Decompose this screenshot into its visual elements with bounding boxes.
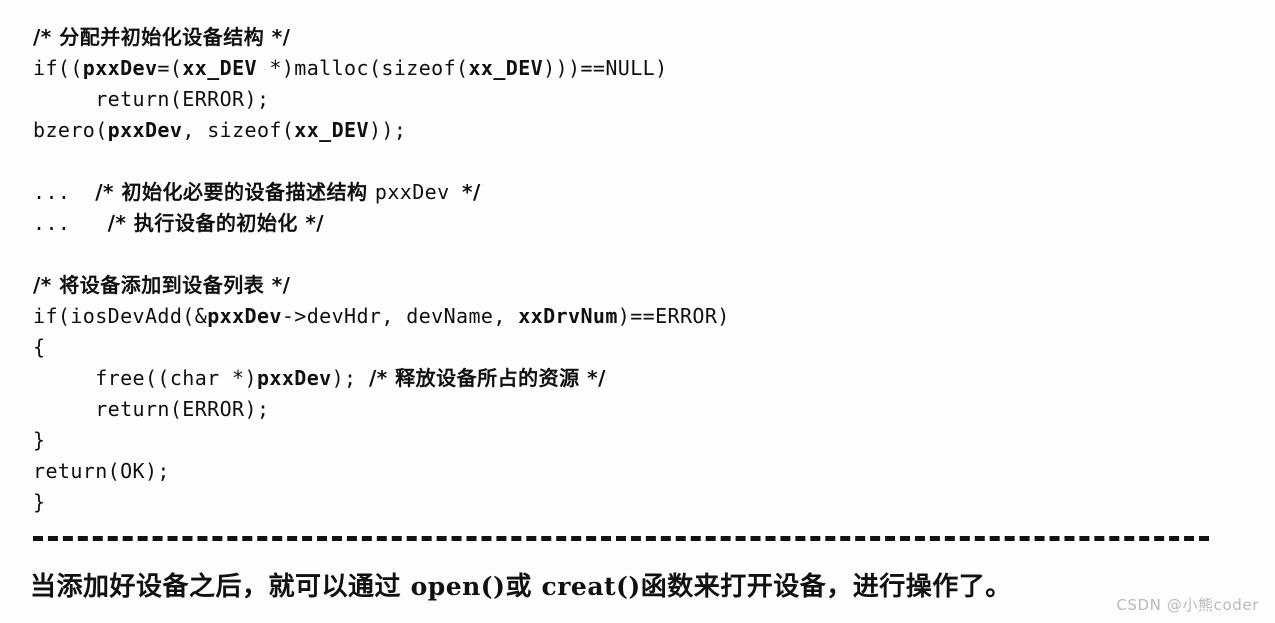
code-line: /* 分配并初始化设备结构 */: [33, 22, 1233, 53]
dashed-rule: [33, 536, 1209, 541]
code-token: ->devHdr, devName,: [281, 304, 519, 328]
code-line: }: [33, 487, 1233, 518]
code-comment: /* 执行设备的初始化 */: [107, 211, 325, 235]
code-line: /* 将设备添加到设备列表 */: [33, 270, 1233, 301]
code-token: pxxDev: [207, 304, 282, 328]
code-token: ));: [368, 118, 407, 142]
code-token: return(OK);: [33, 459, 170, 483]
code-token: return(ERROR);: [33, 397, 270, 421]
code-line: bzero(pxxDev, sizeof(xx_DEV));: [33, 115, 1233, 146]
code-comment: /* 将设备添加到设备列表 */: [33, 273, 291, 297]
code-line: ... /* 初始化必要的设备描述结构 pxxDev */: [33, 177, 1233, 208]
code-token: pxxDev: [107, 118, 183, 142]
code-line: free((char *)pxxDev); /* 释放设备所占的资源 */: [33, 363, 1233, 394]
dashed-separator: [33, 536, 1209, 544]
code-token: xx_DEV: [468, 56, 544, 80]
closing-paragraph: 当添加好设备之后，就可以通过 open()或 creat()函数来打开设备，进行…: [30, 566, 1090, 603]
code-comment: /* 初始化必要的设备描述结构: [95, 180, 375, 204]
code-token: pxxDev: [82, 56, 158, 80]
code-token: return(ERROR);: [33, 87, 270, 111]
code-token: );: [331, 366, 369, 390]
code-token: }: [33, 428, 46, 452]
code-token: ...: [33, 180, 96, 204]
code-token: bzero(: [33, 118, 108, 142]
prose-text: 当添加好设备之后，就可以通过: [30, 572, 411, 602]
code-block: /* 分配并初始化设备结构 */if((pxxDev=(xx_DEV *)mal…: [33, 22, 1233, 518]
scanned-page: /* 分配并初始化设备结构 */if((pxxDev=(xx_DEV *)mal…: [0, 0, 1275, 623]
code-token: )==ERROR): [617, 304, 730, 328]
code-token: {: [33, 335, 46, 359]
code-line: if(iosDevAdd(&pxxDev->devHdr, devName, x…: [33, 301, 1233, 332]
code-token: *)malloc(sizeof(: [256, 56, 469, 80]
code-token: xxDrvNum: [518, 304, 618, 328]
code-line: return(ERROR);: [33, 84, 1233, 115]
function-name: open(): [410, 572, 506, 601]
code-line: return(ERROR);: [33, 394, 1233, 425]
code-token: xx_DEV: [182, 56, 257, 80]
code-token: free((char *): [33, 366, 257, 390]
code-token: }: [33, 490, 46, 514]
code-token: ...: [33, 211, 108, 235]
code-token: pxxDev: [374, 180, 463, 204]
prose-text: 函数来打开设备，进行操作了。: [640, 572, 1012, 602]
code-token: )))==NULL): [543, 56, 668, 80]
code-token: xx_DEV: [294, 118, 369, 142]
code-comment: */: [462, 180, 481, 204]
csdn-watermark: CSDN @小熊coder: [1116, 596, 1259, 614]
code-line: if((pxxDev=(xx_DEV *)malloc(sizeof(xx_DE…: [33, 53, 1233, 84]
code-line: }: [33, 425, 1233, 456]
code-line: ... /* 执行设备的初始化 */: [33, 208, 1233, 239]
code-token: if(iosDevAdd(&: [33, 304, 208, 328]
code-token: , sizeof(: [182, 118, 295, 142]
code-token: if((: [33, 56, 83, 80]
code-line: {: [33, 332, 1233, 363]
code-token: =(: [157, 56, 183, 80]
function-name: creat(): [541, 572, 641, 601]
code-token: pxxDev: [256, 366, 332, 390]
code-line: return(OK);: [33, 456, 1233, 487]
code-comment: /* 释放设备所占的资源 */: [368, 366, 606, 390]
code-comment: /* 分配并初始化设备结构 */: [33, 25, 291, 49]
prose-text: 或: [505, 572, 542, 602]
